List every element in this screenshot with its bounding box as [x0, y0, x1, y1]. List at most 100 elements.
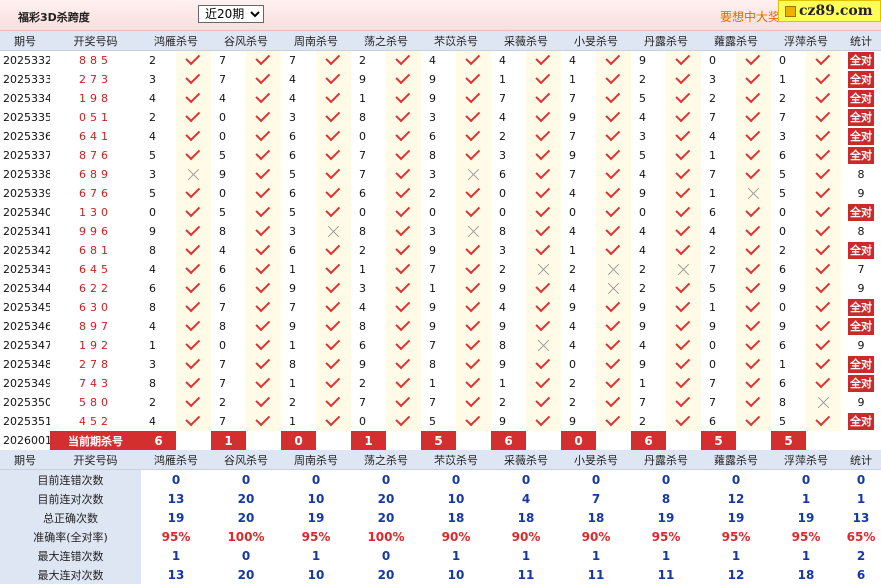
kill-number-cell: 6 [779, 149, 786, 162]
issue-cell: 2025343 [3, 263, 50, 276]
kill-number-cell: 9 [429, 320, 436, 333]
kill-number-cell: 5 [709, 282, 716, 295]
summary-value: 10 [307, 567, 325, 582]
kill-number-cell: 9 [499, 358, 506, 371]
result-mark-cell [246, 70, 281, 89]
kill-number-cell: 9 [639, 54, 646, 67]
summary-value: 1 [451, 548, 461, 563]
result-mark-cell [596, 355, 631, 374]
check-icon [255, 260, 271, 275]
result-mark-cell [526, 336, 561, 355]
page-title: 福彩3D杀跨度 [18, 11, 90, 24]
result-mark-cell [526, 203, 561, 222]
kill-number-cell: 0 [779, 206, 786, 219]
table-row: 2025346 897 4 8 9 8 9 9 4 9 9 9 全对 [0, 317, 881, 336]
header-issue: 期号 [0, 31, 50, 51]
stat-cell: 9 [841, 336, 881, 355]
check-icon [325, 108, 341, 123]
issue-cell: 2025340 [3, 206, 50, 219]
current-kill-number: 6 [631, 431, 666, 450]
kill-number-cell: 2 [149, 111, 156, 124]
kill-number-cell: 0 [569, 358, 576, 371]
summary-header-expert: 芣苡杀号 [421, 450, 491, 470]
kill-number-cell: 4 [639, 225, 646, 238]
result-mark-cell [526, 317, 561, 336]
result-mark-cell [176, 260, 211, 279]
kill-number-cell: 6 [289, 187, 296, 200]
period-select[interactable]: 近20期 [198, 5, 264, 23]
kill-number-cell: 8 [149, 377, 156, 390]
check-icon [465, 412, 481, 427]
kill-number-cell: 7 [639, 396, 646, 409]
current-stat-cell [841, 431, 881, 450]
result-mark-cell [736, 374, 771, 393]
result-mark-cell [386, 184, 421, 203]
result-mark-cell [316, 393, 351, 412]
check-icon [675, 184, 691, 199]
kill-number-cell: 0 [429, 206, 436, 219]
current-gap-cell [596, 431, 631, 450]
result-mark-cell [176, 165, 211, 184]
result-mark-cell [386, 355, 421, 374]
summary-value: 1 [801, 491, 811, 506]
result-mark-cell [246, 298, 281, 317]
result-mark-cell [666, 260, 701, 279]
stat-cell: 全对 [841, 374, 881, 393]
check-icon [465, 50, 481, 66]
result-mark-cell [386, 374, 421, 393]
check-icon [395, 70, 411, 85]
check-icon [255, 203, 271, 218]
kill-number-cell: 8 [219, 225, 226, 238]
result-mark-cell [806, 127, 841, 146]
current-kill-number: 5 [421, 431, 456, 450]
draw-number-cell: 051 [79, 111, 112, 124]
summary-value: 1 [801, 548, 811, 563]
summary-header-stat: 统计 [841, 450, 881, 470]
check-icon [395, 374, 411, 389]
draw-number-cell: 641 [79, 130, 112, 143]
check-icon [325, 317, 341, 332]
kill-number-cell: 1 [429, 377, 436, 390]
result-mark-cell [666, 279, 701, 298]
draw-number-cell: 681 [79, 244, 112, 257]
kill-number-cell: 9 [499, 415, 506, 428]
table-row: 2025347 192 1 0 1 6 7 8 4 4 0 6 9 [0, 336, 881, 355]
table-row: 2025342 681 8 4 6 2 9 3 1 4 2 2 全对 [0, 241, 881, 260]
result-mark-cell [736, 203, 771, 222]
table-row: 2025348 278 3 7 8 9 8 9 0 9 0 1 全对 [0, 355, 881, 374]
result-mark-cell [456, 222, 491, 241]
summary-value: 0 [451, 472, 461, 487]
current-kill-number: 0 [561, 431, 596, 450]
check-icon [675, 336, 691, 351]
draw-number-cell: 622 [79, 282, 112, 295]
result-mark-cell [526, 374, 561, 393]
kill-number-cell: 4 [709, 130, 716, 143]
check-icon [815, 108, 831, 123]
kill-number-cell: 1 [709, 149, 716, 162]
result-mark-cell [176, 108, 211, 127]
kill-number-cell: 1 [779, 358, 786, 371]
result-mark-cell [456, 108, 491, 127]
result-mark-cell [526, 70, 561, 89]
result-mark-cell [246, 127, 281, 146]
result-mark-cell [456, 241, 491, 260]
kill-number-cell: 4 [149, 320, 156, 333]
result-mark-cell [806, 108, 841, 127]
current-kill-number: 5 [701, 431, 736, 450]
result-mark-cell [736, 260, 771, 279]
draw-number-cell: 689 [79, 168, 112, 181]
kill-number-cell: 6 [219, 263, 226, 276]
summary-value: 0 [381, 548, 391, 563]
result-mark-cell [666, 298, 701, 317]
kill-number-cell: 8 [499, 339, 506, 352]
result-mark-cell [456, 127, 491, 146]
site-logo[interactable]: cz89.com [778, 0, 881, 22]
kill-number-cell: 7 [429, 263, 436, 276]
kill-number-cell: 3 [499, 244, 506, 257]
result-mark-cell [176, 70, 211, 89]
kill-number-cell: 9 [149, 225, 156, 238]
kill-number-cell: 6 [429, 130, 436, 143]
kill-number-cell: 3 [149, 73, 156, 86]
result-mark-cell [386, 393, 421, 412]
summary-value: 95% [721, 529, 751, 544]
